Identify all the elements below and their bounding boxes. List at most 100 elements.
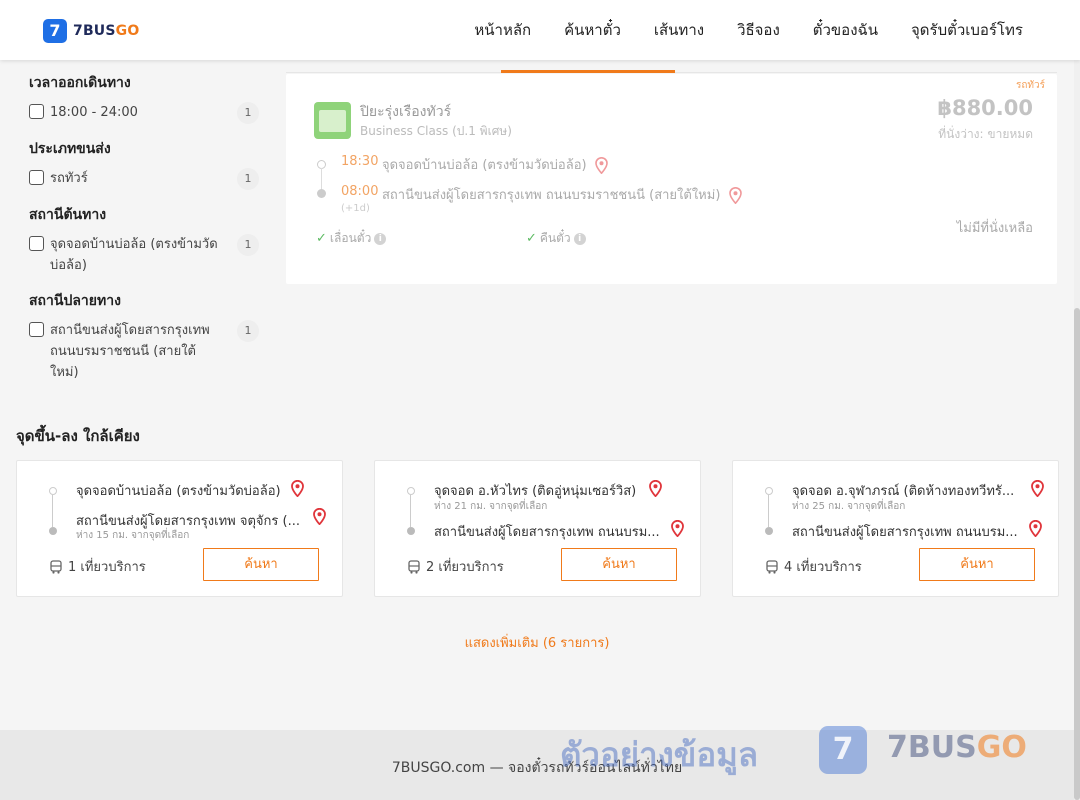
watermark-brand: 7BUSGO [887,730,1027,765]
scrollbar-thumb[interactable] [1074,308,1080,800]
filter-option-label: รถทัวร์ [50,171,88,186]
site-logo[interactable]: 7 7BUSGO [43,19,139,43]
destination-dot [317,189,326,198]
active-tab-underline [501,70,675,73]
info-icon[interactable]: i [374,232,387,245]
nearby-search-button[interactable]: ค้นหา [561,548,677,581]
filter-option-label: สถานีขนส่งผู้โดยสารกรุงเทพ ถนนบรมราชชนนี… [50,323,210,380]
nearby-card: จุดจอด อ.จุฬาภรณ์ (ติดห้างทองทวีทรั... ห… [732,460,1059,597]
map-pin-icon[interactable] [1031,480,1044,497]
arrival-place: สถานีขนส่งผู้โดยสารกรุงเทพ ถนนบรมราชชนนี… [382,184,742,205]
filter-option-left: 18:00 - 24:00 [29,102,222,123]
origin-dot [49,487,57,495]
filter-option[interactable]: 18:00 - 24:00 1 [29,102,259,124]
transport-badge: รถทัวร์ [1015,80,1045,91]
filter-count-badge: 1 [237,102,259,124]
origin-dot [407,487,415,495]
check-icon: ✓ [316,231,327,246]
seat-availability: ที่นั่งว่าง: ขายหมด [938,127,1033,141]
logo-name: 7BUS [73,23,116,39]
route-line [52,495,53,527]
check-icon: ✓ [526,231,537,246]
filter-count-badge: 1 [237,234,259,256]
nearby-destination: สถานีขนส่งผู้โดยสารกรุงเทพ ถนนบรม... [792,525,1018,540]
filter-checkbox[interactable] [29,170,44,185]
nearby-trip-count: 4 เที่ยวบริการ [765,556,862,577]
map-pin-icon[interactable] [594,157,608,174]
nearby-search-button[interactable]: ค้นหา [203,548,319,581]
filter-sidebar: เวลาออกเดินทาง 18:00 - 24:00 1 ประเภทขนส… [29,68,259,391]
filter-option[interactable]: จุดจอดบ้านบ่อล้อ (ตรงข้ามวัดบ่อล้อ) 1 [29,234,259,276]
nav-my-tickets[interactable]: ตั๋วของฉัน [813,18,878,42]
map-pin-icon[interactable] [313,508,326,525]
bus-icon [408,559,420,574]
bus-icon [50,559,62,574]
nearby-distance: ห่าง 21 กม. จากจุดที่เลือก [434,501,548,512]
filter-count-badge: 1 [237,320,259,342]
filter-title-departure-time: เวลาออกเดินทาง [29,75,131,91]
nearby-trip-count-label: 1 เที่ยวบริการ [68,560,146,575]
departure-place: จุดจอดบ้านบ่อล้อ (ตรงข้ามวัดบ่อล้อ) [382,154,608,175]
nav-how-to-book[interactable]: วิธีจอง [737,18,780,42]
destination-dot [407,527,415,535]
map-pin-icon[interactable] [1029,520,1042,537]
origin-dot [765,487,773,495]
nearby-search-button[interactable]: ค้นหา [919,548,1035,581]
next-day-indicator: (+1d) [341,203,370,214]
filter-checkbox[interactable] [29,104,44,119]
page-scrollbar[interactable] [1074,0,1080,800]
map-pin-icon[interactable] [649,480,662,497]
info-icon[interactable]: i [573,232,586,245]
filter-option[interactable]: รถทัวร์ 1 [29,168,259,190]
departure-time: 18:30 [341,154,379,169]
nearby-trip-count: 2 เที่ยวบริการ [407,556,504,577]
trip-card[interactable]: รถทัวร์ ปิยะรุ่งเรืองทัวร์ Business Clas… [286,74,1057,284]
nearby-card: จุดจอดบ้านบ่อล้อ (ตรงข้ามวัดบ่อล้อ) สถาน… [16,460,343,597]
nearby-trip-count-label: 4 เที่ยวบริการ [784,560,862,575]
filter-option-label: 18:00 - 24:00 [50,105,138,120]
nearby-distance: ห่าง 15 กม. จากจุดที่เลือก [76,530,190,541]
feature-reschedule[interactable]: ✓ เลื่อนตั๋ว i [316,229,387,248]
filter-checkbox[interactable] [29,236,44,251]
map-pin-icon[interactable] [671,520,684,537]
nearby-section-title: จุดขึ้น-ลง ใกล้เคียง [16,427,140,445]
operator-name: ปิยะรุ่งเรืองทัวร์ [360,104,452,120]
nearby-origin: จุดจอด อ.จุฬาภรณ์ (ติดห้างทองทวีทรั... [792,484,1015,499]
bus-class: Business Class (ป.1 พิเศษ) [360,124,512,138]
nav-ticket-pickup[interactable]: จุดรับตั๋วเบอร์โทร [911,18,1023,42]
route-line [768,495,769,527]
logo-accent: GO [115,23,140,39]
departure-place-text: จุดจอดบ้านบ่อล้อ (ตรงข้ามวัดบ่อล้อ) [382,158,587,173]
feature-refund[interactable]: ✓ คืนตั๋ว i [526,229,586,248]
trip-price: ฿880.00 [937,96,1033,120]
operator-logo [314,102,351,139]
destination-dot [765,527,773,535]
filter-title-transport-type: ประเภทขนส่ง [29,141,111,157]
filter-option-left: รถทัวร์ [29,168,222,189]
filter-option-label: จุดจอดบ้านบ่อล้อ (ตรงข้ามวัดบ่อล้อ) [50,237,218,273]
logo-mark: 7 [43,19,67,43]
filter-option-left: จุดจอดบ้านบ่อล้อ (ตรงข้ามวัดบ่อล้อ) [29,234,222,276]
top-header: 7 7BUSGO หน้าหลัก ค้นหาตั๋ว เส้นทาง วิธี… [0,0,1080,60]
filter-title-origin-station: สถานีต้นทาง [29,207,107,223]
nav-search-tickets[interactable]: ค้นหาตั๋ว [564,18,621,42]
filter-option-left: สถานีขนส่งผู้โดยสารกรุงเทพ ถนนบรมราชชนนี… [29,320,222,383]
nearby-distance: ห่าง 25 กม. จากจุดที่เลือก [792,501,906,512]
operator-logo-image [319,109,346,132]
nav-routes[interactable]: เส้นทาง [654,18,704,42]
nearby-card: จุดจอด อ.หัวไทร (ติดอู่หนุ่มเซอร์วิส) ห่… [374,460,701,597]
map-pin-icon[interactable] [728,187,742,204]
filter-option[interactable]: สถานีขนส่งผู้โดยสารกรุงเทพ ถนนบรมราชชนนี… [29,320,259,383]
map-pin-icon[interactable] [291,480,304,497]
filter-count-badge: 1 [237,168,259,190]
watermark-logo-mark: 7 [819,726,867,774]
show-more-link[interactable]: แสดงเพิ่มเติม (6 รายการ) [0,632,1074,653]
filter-checkbox[interactable] [29,322,44,337]
watermark-brand-name: 7BUS [887,730,977,765]
destination-dot [49,527,57,535]
filter-title-destination-station: สถานีปลายทาง [29,293,121,309]
arrival-place-text: สถานีขนส่งผู้โดยสารกรุงเทพ ถนนบรมราชชนนี… [382,188,721,203]
nav-home[interactable]: หน้าหลัก [474,18,531,42]
route-line [410,495,411,527]
nearby-destination: สถานีขนส่งผู้โดยสารกรุงเทพ ถนนบรม... [434,525,660,540]
